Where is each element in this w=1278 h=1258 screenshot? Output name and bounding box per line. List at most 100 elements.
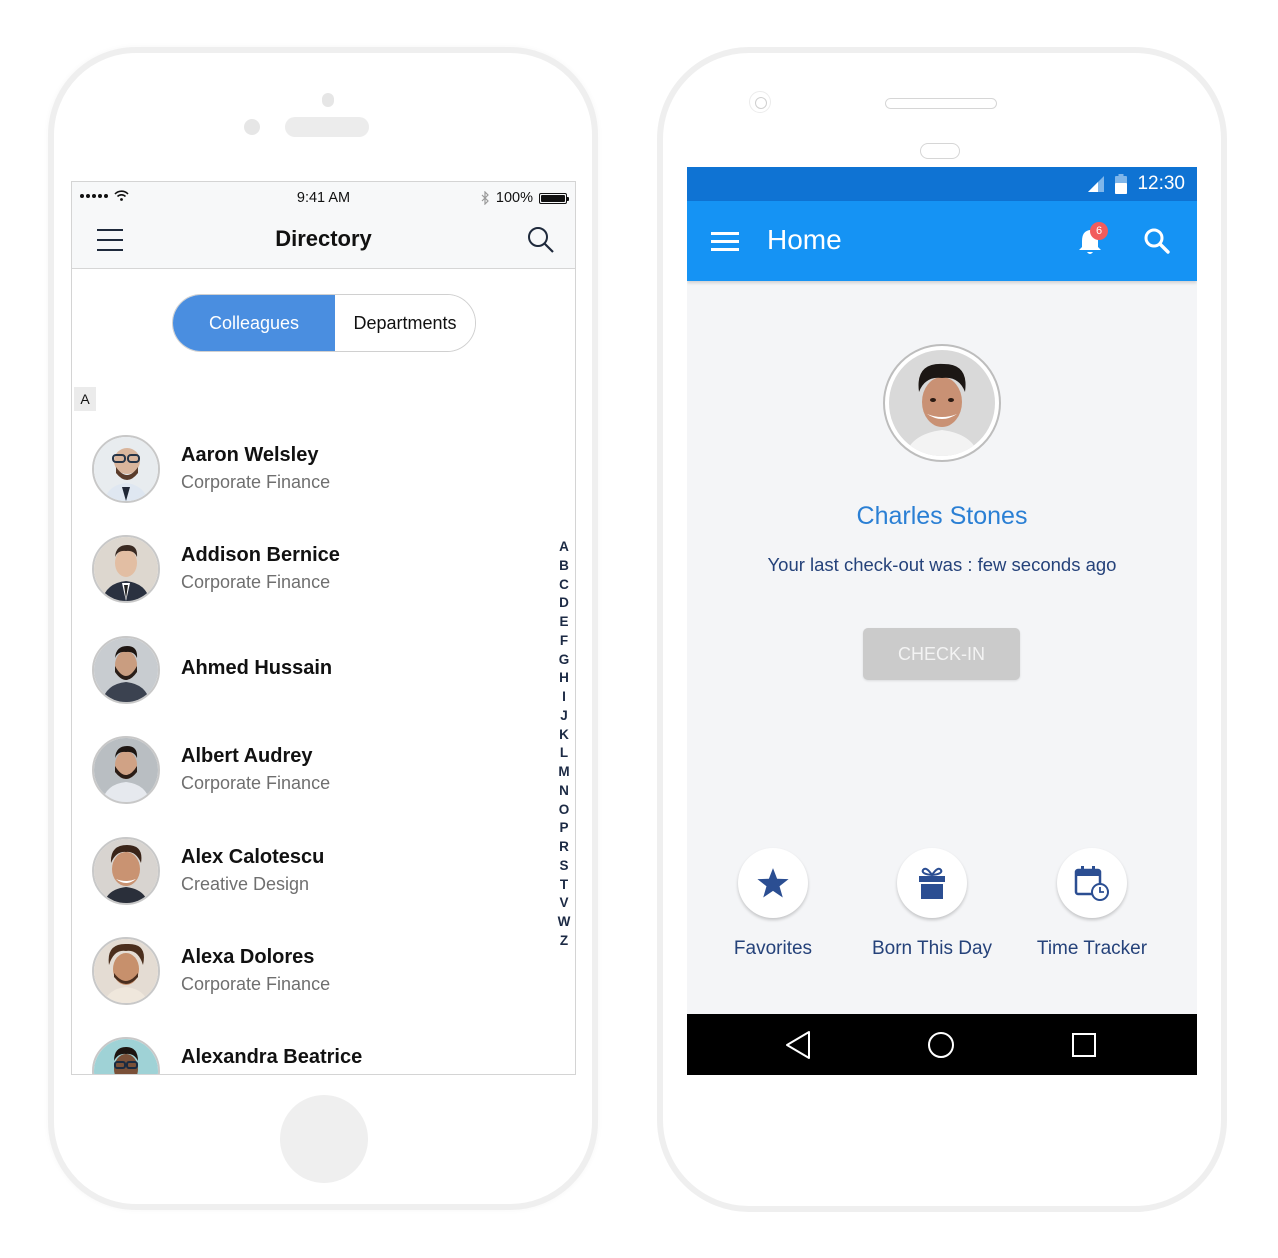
alphabet-index-letter[interactable]: B	[559, 557, 569, 576]
alphabet-index-letter[interactable]: E	[559, 613, 568, 632]
profile-name: Charles Stones	[856, 502, 1028, 530]
section-header-letter: A	[74, 387, 96, 411]
iphone-camera	[322, 93, 334, 107]
alphabet-index-letter[interactable]: M	[558, 763, 569, 782]
alphabet-index-letter[interactable]: N	[559, 782, 569, 801]
search-icon[interactable]	[1143, 227, 1171, 255]
contact-department: Creative Design	[181, 873, 310, 894]
home-circle-icon[interactable]	[927, 1030, 955, 1060]
battery-icon	[539, 192, 569, 204]
alphabet-index-letter[interactable]: W	[558, 913, 571, 932]
shortcut-label: Time Tracker	[1036, 938, 1148, 959]
alphabet-index-letter[interactable]: K	[559, 726, 569, 745]
avatar	[92, 535, 160, 604]
android-status-bar: 12:30	[687, 167, 1197, 201]
contact-list-item[interactable]: Alexandra Beatrice	[72, 1034, 542, 1074]
contact-name: Aaron Welsley	[181, 444, 319, 466]
avatar	[92, 435, 160, 503]
contact-name: Albert Audrey	[181, 745, 313, 768]
avatar	[92, 635, 160, 704]
search-icon[interactable]	[527, 226, 555, 254]
ios-directory-screen: 9:41 AM 100% Directory Colleagues Depart…	[71, 181, 576, 1075]
contact-name: Addison Bernice	[181, 544, 340, 567]
hamburger-menu-button[interactable]	[711, 232, 739, 252]
android-status-time: 12:30	[1137, 173, 1185, 194]
contact-department: Corporate Finance	[181, 773, 331, 794]
alphabet-index-letter[interactable]: F	[560, 632, 568, 651]
contact-department: Corporate Finance	[181, 572, 331, 593]
alphabet-index-letter[interactable]: Z	[560, 932, 568, 951]
alphabet-index-letter[interactable]: O	[559, 801, 570, 820]
contact-list-item[interactable]: Albert Audrey Corporate Finance	[72, 733, 542, 833]
contact-list-item[interactable]: Alexa Dolores Corporate Finance	[72, 934, 542, 1034]
alphabet-index-letter[interactable]: P	[559, 819, 568, 838]
ios-header: 9:41 AM 100% Directory	[72, 182, 575, 269]
alphabet-index-letter[interactable]: R	[559, 838, 569, 857]
alphabet-index-letter[interactable]: J	[560, 707, 568, 726]
avatar	[92, 836, 160, 905]
avatar	[92, 936, 160, 1005]
shortcut-label: Favorites	[733, 938, 813, 959]
contact-list-item[interactable]: Addison Bernice Corporate Finance	[72, 532, 542, 632]
android-sensor	[920, 143, 960, 159]
star-icon	[757, 868, 789, 898]
alphabet-index-letter[interactable]: V	[559, 894, 568, 913]
battery-icon	[1115, 174, 1128, 194]
calendar-clock-icon	[1074, 866, 1109, 901]
battery-percent: 100%	[495, 190, 533, 206]
bluetooth-icon	[481, 191, 489, 205]
avatar	[92, 1037, 160, 1074]
contact-list-item[interactable]: Aaron Welsley Corporate Finance	[72, 432, 542, 532]
alphabet-index-scrubber[interactable]: ABCDEFGHIJKLMNOPRSTVWZ	[557, 538, 571, 951]
android-camera	[749, 91, 771, 113]
contact-name: Alexa Dolores	[181, 945, 315, 968]
ios-nav-bar: Directory	[72, 214, 575, 268]
last-checkout-status: Your last check-out was : few seconds ag…	[767, 554, 1117, 575]
alphabet-index-letter[interactable]: S	[559, 857, 568, 876]
contact-list: Aaron Welsley Corporate Finance Addison …	[72, 432, 542, 1074]
alphabet-index-letter[interactable]: A	[559, 538, 569, 557]
android-navigation-bar	[687, 1014, 1197, 1075]
android-speaker	[885, 98, 997, 109]
alphabet-index-letter[interactable]: L	[560, 744, 568, 763]
contact-list-item[interactable]: Ahmed Hussain	[72, 633, 542, 733]
page-title: Directory	[275, 226, 372, 251]
iphone-sensor	[244, 119, 260, 135]
contact-name: Alexandra Beatrice	[181, 1046, 363, 1069]
shortcut-time-tracker[interactable]: Time Tracker	[1007, 848, 1177, 960]
alphabet-index-letter[interactable]: H	[559, 669, 569, 688]
page-title: Home	[767, 224, 842, 255]
shortcut-circle[interactable]	[738, 848, 808, 918]
shortcut-circle[interactable]	[897, 848, 967, 918]
gift-icon	[919, 867, 945, 899]
contact-name: Ahmed Hussain	[181, 656, 333, 679]
iphone-home-button[interactable]	[280, 1095, 368, 1183]
iphone-speaker	[285, 117, 369, 137]
alphabet-index-letter[interactable]: C	[559, 576, 569, 595]
ios-status-bar: 9:41 AM 100%	[72, 182, 575, 214]
recents-square-icon[interactable]	[1070, 1030, 1098, 1060]
contact-department: Corporate Finance	[181, 973, 331, 994]
android-app-bar: Home 6	[687, 201, 1197, 281]
tab-colleagues[interactable]: Colleagues	[173, 295, 335, 351]
avatar	[92, 736, 160, 805]
alphabet-index-letter[interactable]: G	[559, 651, 570, 670]
contact-name: Alex Calotescu	[181, 845, 325, 868]
shortcut-circle[interactable]	[1057, 848, 1127, 918]
shortcut-born-this-day[interactable]: Born This Day	[847, 848, 1017, 960]
check-in-button[interactable]: CHECK-IN	[863, 628, 1020, 680]
alphabet-index-letter[interactable]: I	[562, 688, 566, 707]
contact-list-item[interactable]: Alex Calotescu Creative Design	[72, 834, 542, 934]
cell-signal-icon	[1088, 176, 1105, 192]
directory-segmented-control: Colleagues Departments	[172, 294, 476, 352]
tab-departments[interactable]: Departments	[335, 295, 475, 351]
alphabet-index-letter[interactable]: T	[560, 876, 568, 895]
back-triangle-icon[interactable]	[785, 1030, 813, 1060]
notification-badge: 6	[1090, 222, 1108, 240]
alphabet-index-letter[interactable]: D	[559, 594, 569, 613]
android-home-screen: 12:30 Home 6 Charles Stones Your last ch…	[687, 167, 1197, 1075]
shortcut-label: Born This Day	[871, 938, 993, 959]
contact-department: Corporate Finance	[181, 472, 331, 492]
profile-avatar[interactable]	[883, 344, 1001, 462]
shortcut-favorites[interactable]: Favorites	[688, 848, 858, 960]
